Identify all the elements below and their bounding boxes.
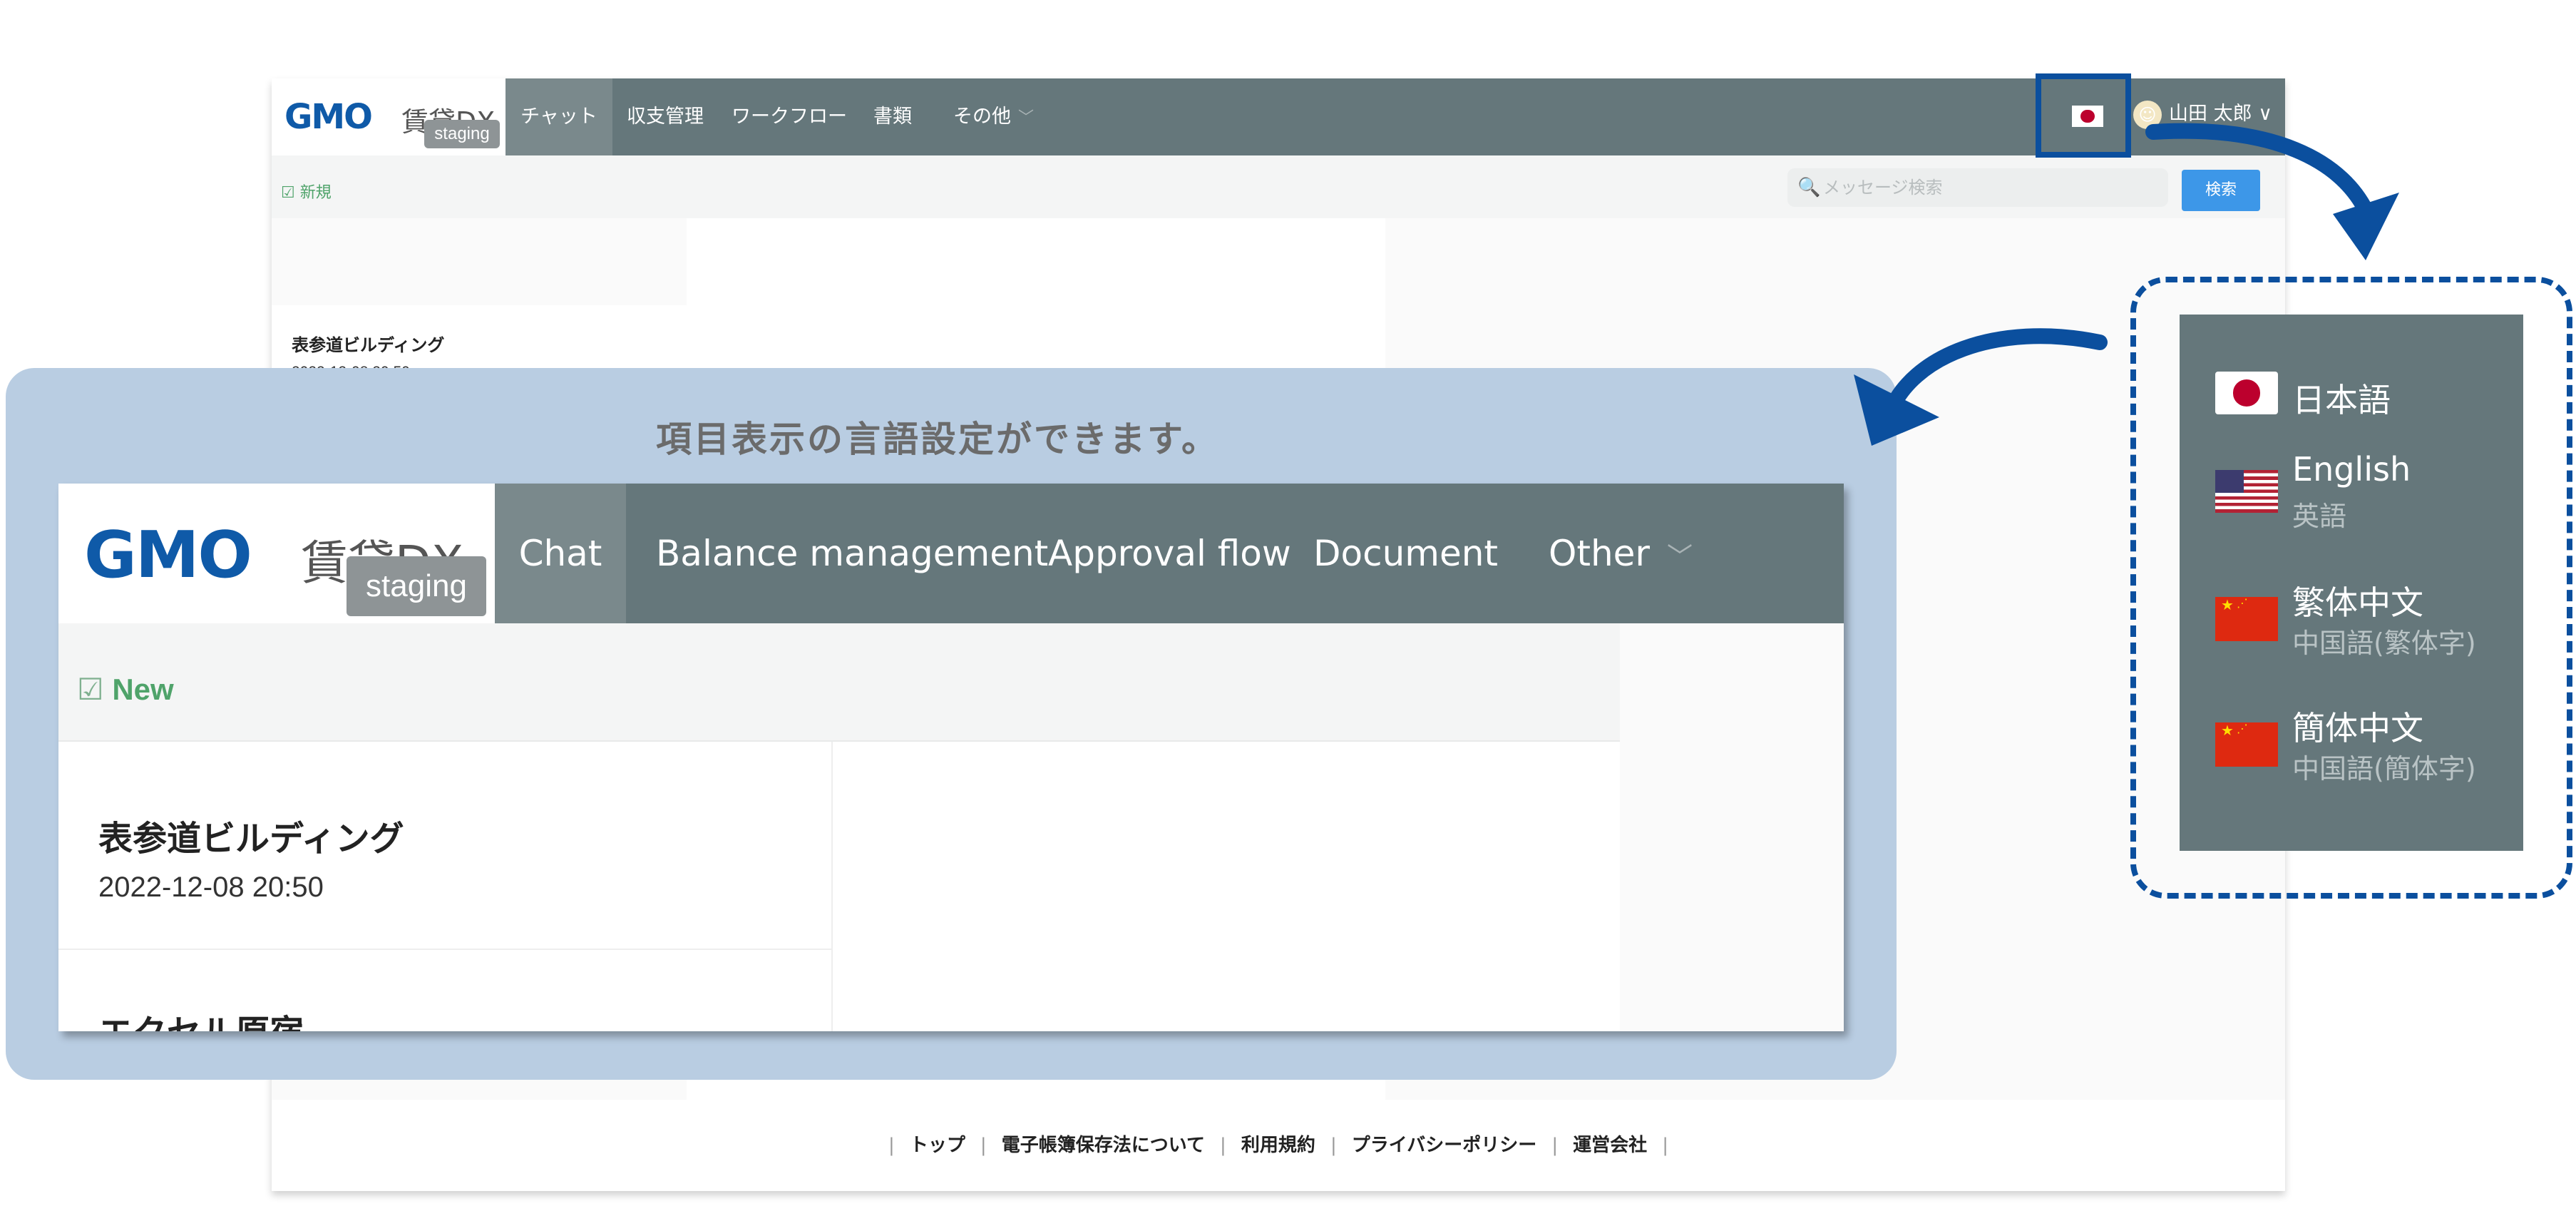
- us-flag-icon: [2215, 470, 2278, 513]
- arrow-to-callout: [1882, 328, 2108, 421]
- language-sub: 英語: [2292, 501, 2347, 532]
- language-name: 日本語: [2292, 381, 2391, 419]
- language-menu: 日本語 English 英語 繁体中文 中国語(繁体字) 簡体中文 中国語(簡体…: [2180, 315, 2523, 851]
- language-option-simplified-chinese[interactable]: 簡体中文 中国語(簡体字): [2215, 702, 2515, 795]
- language-name: 繁体中文: [2292, 583, 2423, 622]
- japan-flag-icon: [2215, 372, 2278, 414]
- language-option-english[interactable]: English 英語: [2215, 450, 2500, 543]
- language-option-japanese[interactable]: 日本語: [2215, 372, 2500, 429]
- arrow-head-left-icon: [1854, 374, 1939, 446]
- arrow-to-dropdown: [2145, 123, 2379, 229]
- language-name: English: [2292, 450, 2411, 489]
- language-sub: 中国語(繁体字): [2292, 628, 2476, 659]
- language-sub: 中国語(簡体字): [2292, 753, 2476, 785]
- language-name: 簡体中文: [2292, 709, 2423, 747]
- language-option-traditional-chinese[interactable]: 繁体中文 中国語(繁体字): [2215, 577, 2515, 670]
- china-flag-icon: [2215, 722, 2278, 767]
- china-flag-icon: [2215, 597, 2278, 641]
